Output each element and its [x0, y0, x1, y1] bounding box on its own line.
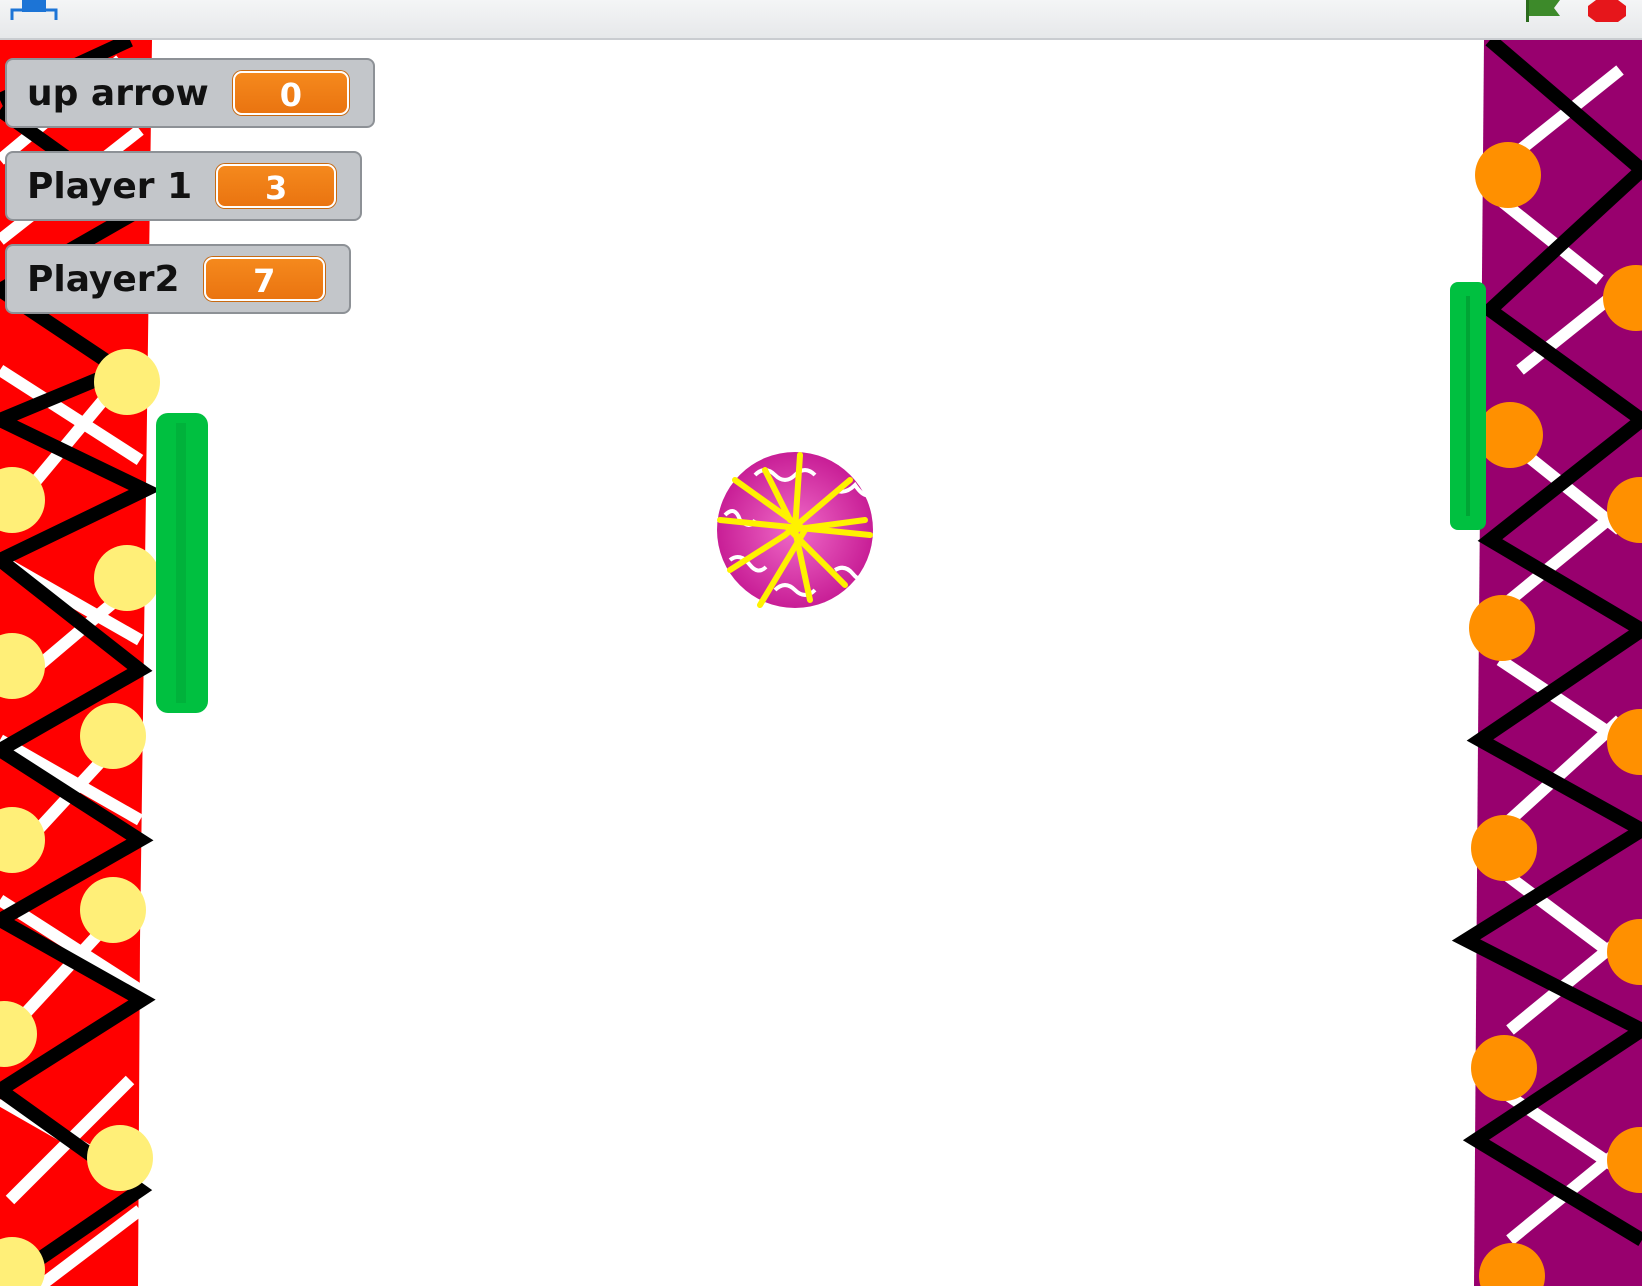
green-flag-icon[interactable] — [1520, 0, 1564, 22]
fullscreen-icon[interactable] — [6, 0, 62, 22]
game-stage[interactable]: up arrow 0 Player 1 3 Player2 7 — [0, 40, 1642, 1286]
stage-toolbar — [0, 0, 1642, 40]
monitor-label: Player2 — [27, 258, 180, 300]
monitor-player1[interactable]: Player 1 3 — [5, 151, 362, 221]
monitor-value: 7 — [203, 257, 325, 301]
stage-backdrop — [0, 40, 1642, 1286]
monitor-value: 0 — [232, 71, 349, 115]
monitor-label: up arrow — [27, 72, 209, 114]
stop-sign-icon[interactable] — [1586, 0, 1626, 22]
monitor-label: Player 1 — [27, 165, 193, 207]
monitor-player2[interactable]: Player2 7 — [5, 244, 351, 314]
ball — [717, 452, 873, 608]
monitor-up-arrow[interactable]: up arrow 0 — [5, 58, 375, 128]
monitor-value: 3 — [216, 164, 336, 208]
